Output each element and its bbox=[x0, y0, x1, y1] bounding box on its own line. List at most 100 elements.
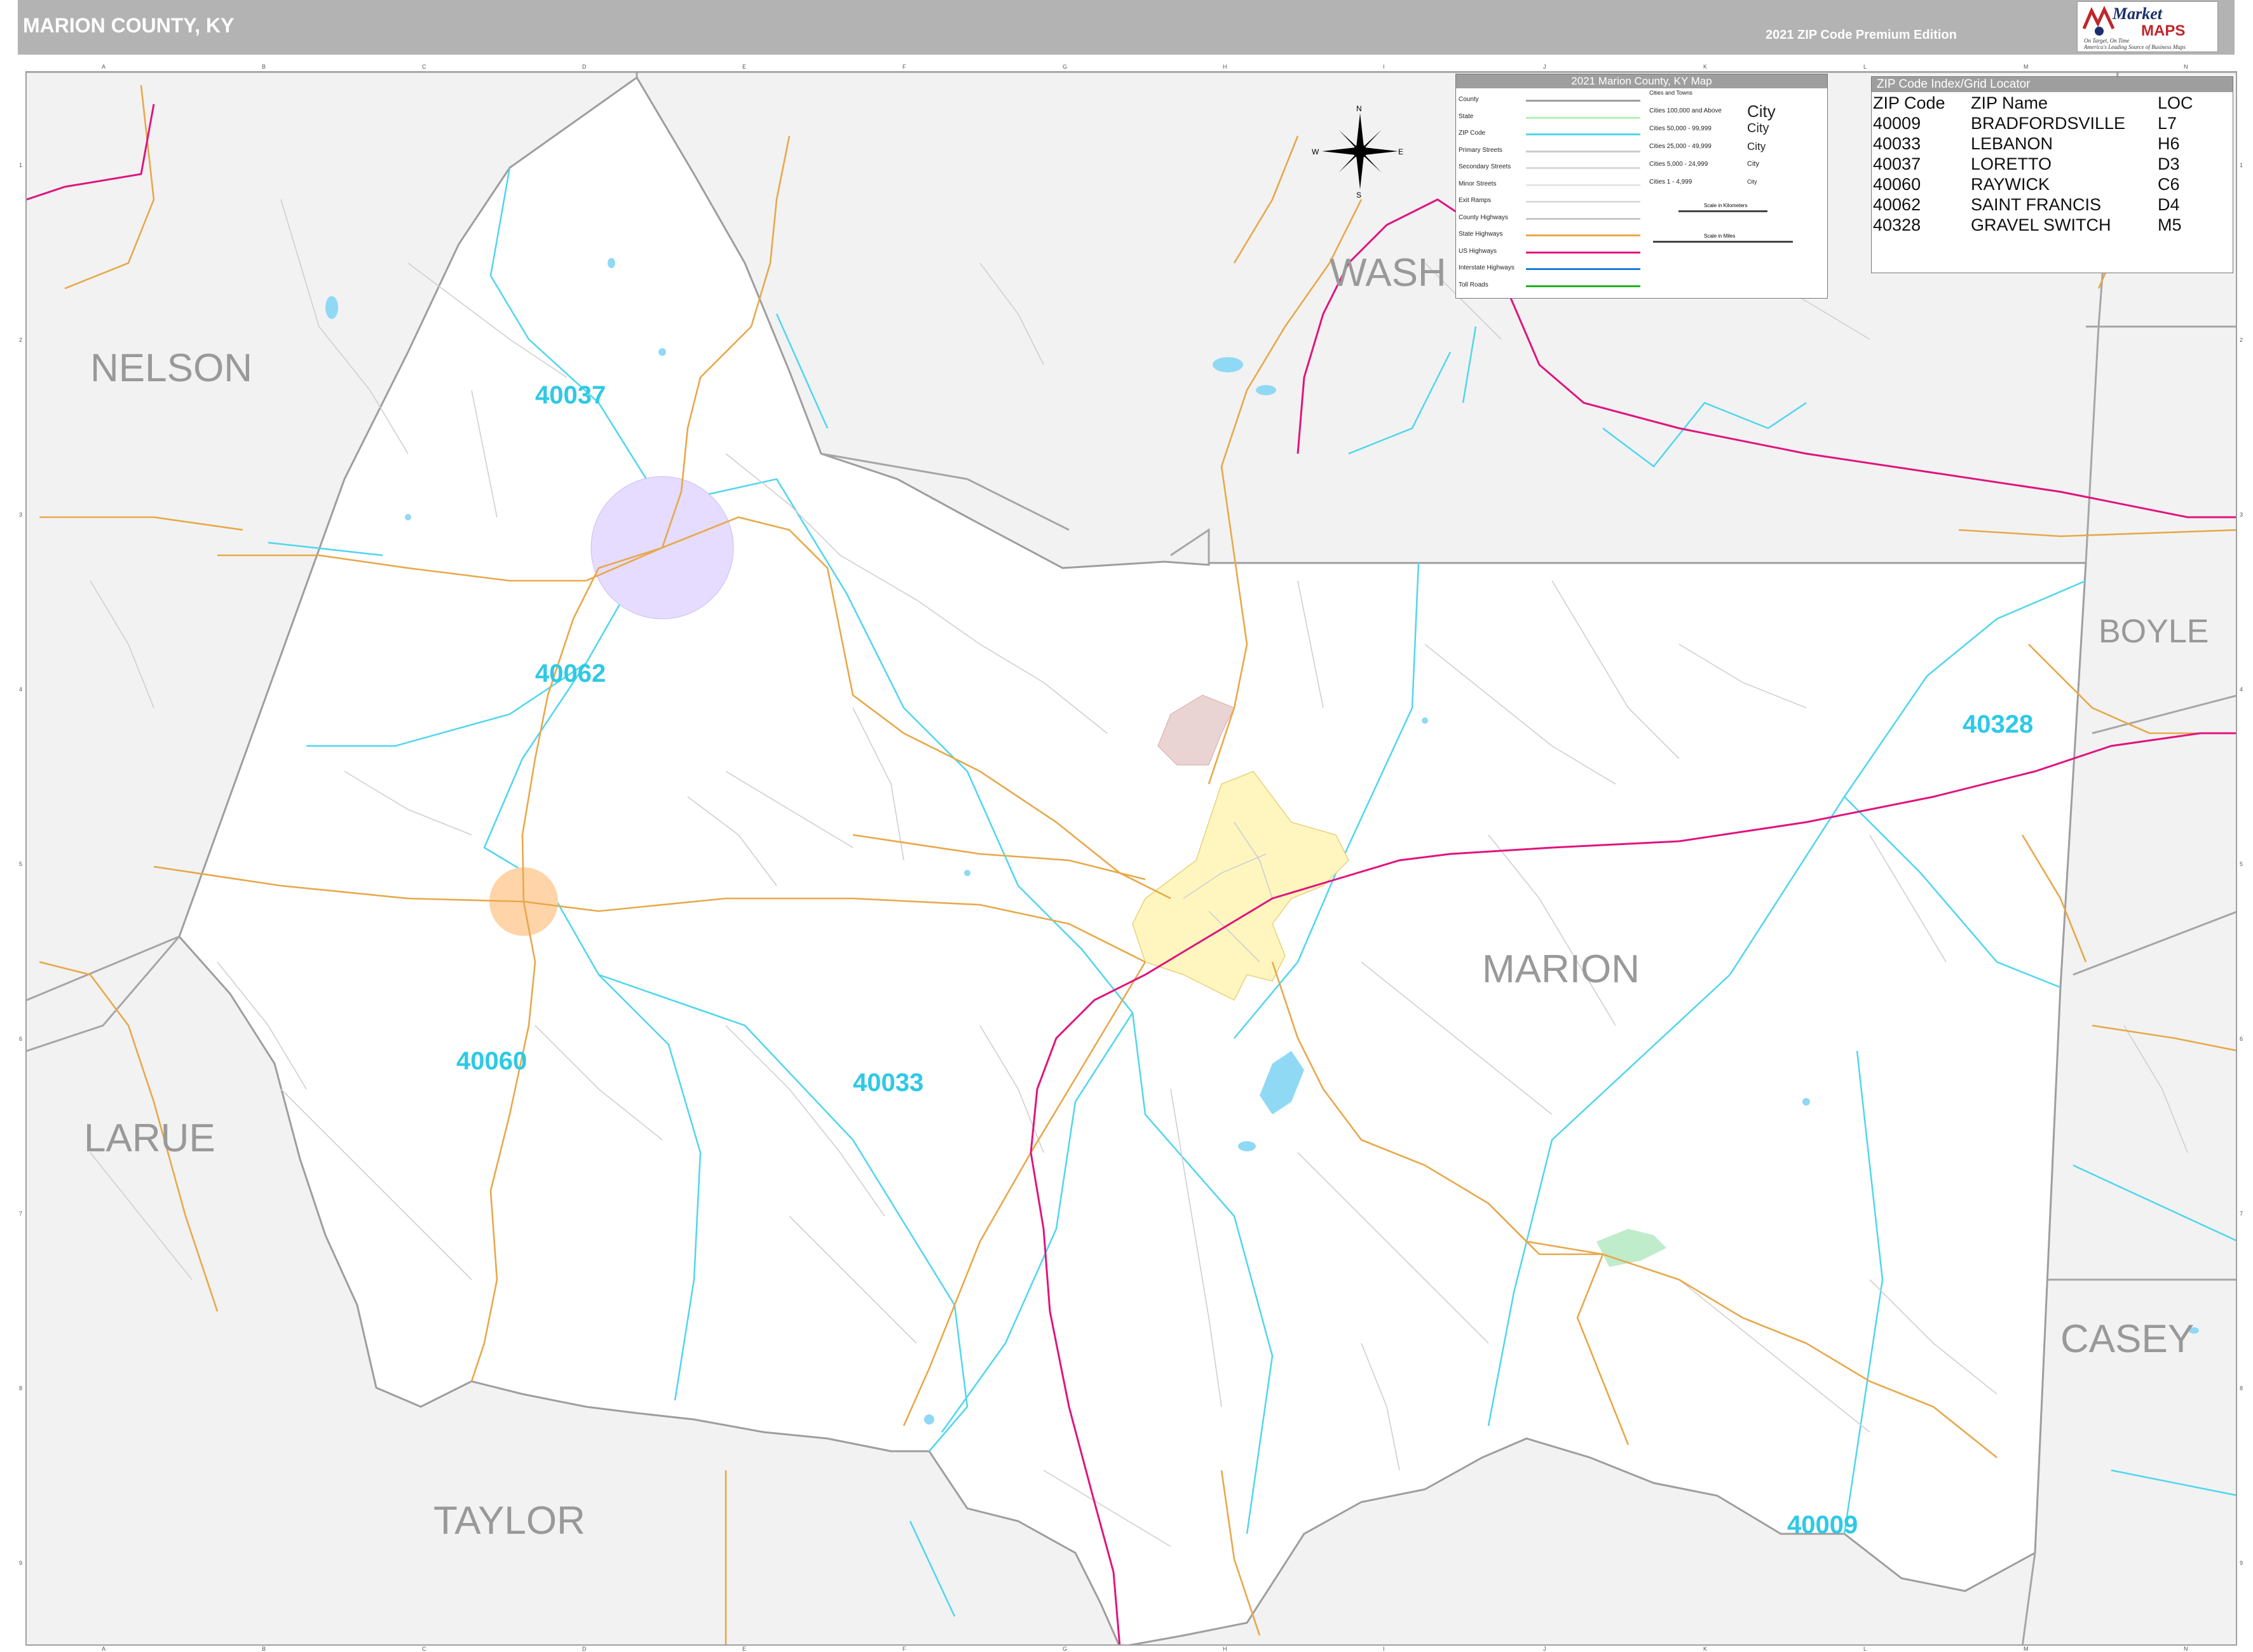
legend-city-mark: City bbox=[1747, 159, 1759, 168]
zip-index-zip: 40009 bbox=[1873, 114, 1921, 133]
logo-tagline-secondary: America's Leading Source of Business Map… bbox=[2084, 44, 2186, 50]
grid-column-label: N bbox=[2184, 1646, 2188, 1652]
zip-index-name: LORETTO bbox=[1971, 154, 2052, 173]
legend-scale-km-bar bbox=[1678, 210, 1767, 212]
grid-row-label: 3 bbox=[19, 511, 23, 518]
legend-item-swatch bbox=[1526, 234, 1640, 236]
grid-column-label: B bbox=[262, 64, 266, 70]
nelson-county-label: NELSON bbox=[90, 346, 252, 390]
legend-item-swatch bbox=[1526, 116, 1640, 119]
grid-column-label: H bbox=[1223, 64, 1227, 70]
grid-row-label: 9 bbox=[19, 1560, 23, 1566]
grid-column-label: A bbox=[102, 64, 106, 70]
grid-row-label: 5 bbox=[19, 861, 23, 867]
zip-index-name: LEBANON bbox=[1971, 134, 2053, 153]
legend-city-label: Cities 100,000 and Above bbox=[1649, 107, 1722, 114]
zip-label-40033: 40033 bbox=[853, 1069, 924, 1097]
logo-tagline: On Target, On Time bbox=[2084, 37, 2130, 44]
grid-row-label: 1 bbox=[19, 162, 23, 168]
grid-row-label: 6 bbox=[2240, 1036, 2243, 1042]
legend-item-label: State bbox=[1459, 112, 1474, 120]
legend-title: 2021 Marion County, KY Map bbox=[1456, 74, 1827, 88]
grid-column-label: I bbox=[1383, 64, 1385, 70]
grid-column-label: L bbox=[1863, 64, 1867, 70]
legend-item-swatch bbox=[1526, 150, 1640, 152]
grid-row-label: 6 bbox=[19, 1036, 23, 1042]
zip-index-zip: 40060 bbox=[1873, 175, 1921, 194]
legend-item-swatch bbox=[1526, 184, 1640, 186]
logo-maps-text: MAPS bbox=[2141, 22, 2186, 39]
washington-county-label: WASH bbox=[1330, 251, 1446, 295]
grid-row-label: 4 bbox=[19, 686, 23, 693]
grid-column-label: K bbox=[1703, 1646, 1708, 1652]
legend-scale-km: Scale in Kilometers bbox=[1704, 203, 1748, 208]
grid-row-label: 2 bbox=[2240, 337, 2243, 343]
legend-item-label: ZIP Code bbox=[1459, 130, 1486, 137]
map-edition: 2021 ZIP Code Premium Edition bbox=[1766, 28, 1957, 42]
legend-item-label: Interstate Highways bbox=[1459, 264, 1514, 271]
zip-label-40060: 40060 bbox=[456, 1047, 528, 1075]
zip-index-loc: D3 bbox=[2158, 154, 2180, 173]
marion-county-label: MARION bbox=[1482, 947, 1640, 991]
grid-column-label: I bbox=[1383, 1646, 1385, 1652]
grid-column-label: L bbox=[1863, 1646, 1867, 1652]
grid-column-label: B bbox=[262, 1646, 266, 1652]
legend-city-mark: City bbox=[1747, 102, 1776, 121]
zip-index-header-name: ZIP Name bbox=[1971, 93, 2048, 112]
legend-item-label: Toll Roads bbox=[1459, 281, 1488, 288]
grid-column-label: A bbox=[102, 1646, 106, 1652]
zip-index-loc: M5 bbox=[2158, 215, 2182, 234]
legend-item-swatch bbox=[1526, 133, 1640, 135]
legend-scale-mi: Scale in Miles bbox=[1704, 233, 1736, 239]
zip-label-40037: 40037 bbox=[535, 381, 606, 409]
zip-index-loc: C6 bbox=[2158, 175, 2180, 194]
zip-code-index: ZIP Code Index/Grid Locator ZIP Code ZIP… bbox=[1871, 76, 2233, 273]
legend-city-mark: City bbox=[1747, 178, 1757, 185]
casey-county-label: CASEY bbox=[2060, 1317, 2195, 1361]
legend-item-swatch bbox=[1526, 217, 1640, 220]
grid-column-label: D bbox=[582, 64, 587, 70]
grid-column-label: G bbox=[1063, 64, 1068, 70]
grid-column-label: H bbox=[1223, 1646, 1227, 1652]
compass-n-label: N bbox=[1356, 104, 1362, 113]
grid-row-label: 8 bbox=[19, 1385, 23, 1391]
legend-item-label: State Highways bbox=[1459, 231, 1503, 238]
grid-column-label: D bbox=[582, 1646, 587, 1652]
grid-column-label: M bbox=[2024, 64, 2029, 70]
compass-s-label: S bbox=[1356, 191, 1362, 200]
legend-item-label: US Highways bbox=[1459, 247, 1497, 255]
map-header: MARION COUNTY, KY 2021 ZIP Code Premium … bbox=[18, 0, 2235, 55]
zip-index-zip: 40037 bbox=[1873, 154, 1921, 173]
grid-column-label: J bbox=[1543, 64, 1546, 70]
legend-item-swatch bbox=[1526, 268, 1640, 270]
legend-city-label: Cities 1 - 4,999 bbox=[1649, 179, 1692, 186]
grid-column-label: K bbox=[1703, 64, 1708, 70]
grid-row-label: 5 bbox=[2240, 861, 2243, 867]
zip-index-loc: D4 bbox=[2158, 195, 2180, 214]
zip-label-40009: 40009 bbox=[1787, 1511, 1858, 1539]
larue-county-label: LARUE bbox=[84, 1116, 215, 1160]
legend-city-mark: City bbox=[1747, 121, 1769, 135]
legend-item-label: County bbox=[1459, 96, 1479, 103]
legend-city-label: Cities 50,000 - 99,999 bbox=[1649, 125, 1712, 132]
legend-item-label: Primary Streets bbox=[1459, 146, 1502, 154]
grid-column-label: F bbox=[902, 1646, 906, 1652]
taylor-county-label: TAYLOR bbox=[433, 1499, 585, 1543]
zip-index-zip: 40328 bbox=[1873, 215, 1921, 234]
map-legend: 2021 Marion County, KY Map County State ZI… bbox=[1455, 74, 1828, 299]
zip-index-name: GRAVEL SWITCH bbox=[1971, 215, 2111, 234]
legend-city-mark: City bbox=[1747, 140, 1766, 152]
legend-cities-heading: Cities and Towns bbox=[1649, 90, 1692, 96]
legend-item-label: Exit Ramps bbox=[1459, 197, 1492, 204]
grid-row-label: 7 bbox=[19, 1210, 23, 1217]
zip-label-40062: 40062 bbox=[535, 660, 606, 687]
zip-index-title: ZIP Code Index/Grid Locator bbox=[1872, 77, 2233, 92]
legend-item-label: Secondary Streets bbox=[1459, 163, 1511, 170]
legend-item-swatch bbox=[1526, 167, 1640, 169]
market-maps-logo[interactable]: Market MAPS On Target, On Time America's… bbox=[2077, 1, 2218, 52]
map-area[interactable]: NELSON WASH BOYLE MARION LARUE CASEY TAY… bbox=[25, 71, 2237, 1646]
zip-index-header-zip: ZIP Code bbox=[1873, 93, 1945, 112]
legend-scale-mi-bar bbox=[1653, 241, 1793, 243]
logo-market-text: Market bbox=[2113, 4, 2162, 23]
map-canvas[interactable] bbox=[27, 72, 2237, 1646]
